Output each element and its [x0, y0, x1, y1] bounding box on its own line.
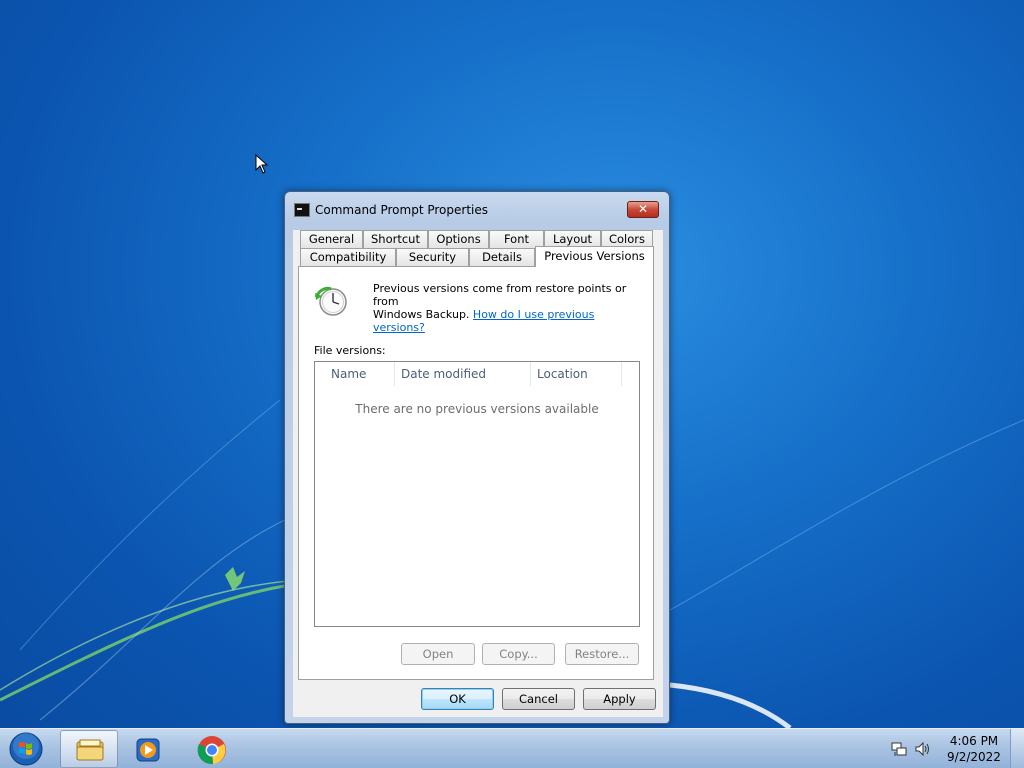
close-button[interactable]: ✕ — [627, 201, 659, 218]
restore-clock-icon — [314, 286, 347, 316]
tab-options[interactable]: Options — [428, 230, 489, 248]
file-explorer-icon — [76, 739, 104, 761]
copy-button[interactable]: Copy... — [482, 643, 555, 665]
properties-dialog: Command Prompt Properties ✕ General Shor… — [284, 191, 670, 724]
list-header: Name Date modified Location — [315, 362, 639, 386]
dialog-client-area: General Shortcut Options Font Layout Col… — [293, 230, 663, 717]
previous-versions-panel: Previous versions come from restore poin… — [298, 266, 654, 680]
tab-details[interactable]: Details — [469, 248, 535, 266]
taskbar-file-explorer[interactable] — [60, 730, 118, 768]
taskbar: 4:06 PM 9/2/2022 — [0, 728, 1024, 768]
file-versions-label: File versions: — [314, 344, 386, 357]
volume-icon[interactable] — [914, 740, 932, 758]
mouse-cursor-icon — [255, 154, 269, 174]
ok-button[interactable]: OK — [421, 688, 494, 710]
taskbar-media-player[interactable] — [120, 730, 178, 768]
title-bar[interactable]: Command Prompt Properties ✕ — [285, 192, 669, 222]
chrome-icon — [197, 736, 226, 765]
clock-date[interactable]: 9/2/2022 — [934, 750, 1014, 764]
restore-button[interactable]: Restore... — [565, 643, 639, 665]
tab-general[interactable]: General — [300, 230, 363, 248]
tab-security[interactable]: Security — [396, 248, 469, 266]
media-player-icon — [136, 738, 160, 762]
column-header-name[interactable]: Name — [325, 362, 395, 386]
info-text: Previous versions come from restore poin… — [373, 282, 643, 334]
column-header-location[interactable]: Location — [531, 362, 622, 386]
cancel-button[interactable]: Cancel — [502, 688, 575, 710]
tab-shortcut[interactable]: Shortcut — [363, 230, 428, 248]
network-icon[interactable] — [890, 740, 908, 758]
column-header-date-modified[interactable]: Date modified — [395, 362, 531, 386]
tab-previous-versions[interactable]: Previous Versions — [535, 246, 654, 267]
open-button[interactable]: Open — [401, 643, 475, 665]
info-line-2: Windows Backup. How do I use previous ve… — [373, 308, 643, 334]
file-versions-list[interactable]: Name Date modified Location There are no… — [314, 361, 640, 627]
window-title: Command Prompt Properties — [315, 203, 488, 217]
empty-list-message: There are no previous versions available — [355, 402, 599, 416]
command-prompt-icon — [294, 203, 310, 217]
taskbar-chrome[interactable] — [182, 730, 240, 768]
apply-button[interactable]: Apply — [583, 688, 656, 710]
clock-time[interactable]: 4:06 PM — [934, 734, 1014, 748]
info-line-1: Previous versions come from restore poin… — [373, 282, 627, 308]
tab-compatibility[interactable]: Compatibility — [300, 248, 396, 266]
start-button-icon[interactable] — [6, 731, 46, 767]
show-desktop-button[interactable] — [1010, 729, 1024, 768]
info-line-2-text: Windows Backup. — [373, 308, 470, 321]
